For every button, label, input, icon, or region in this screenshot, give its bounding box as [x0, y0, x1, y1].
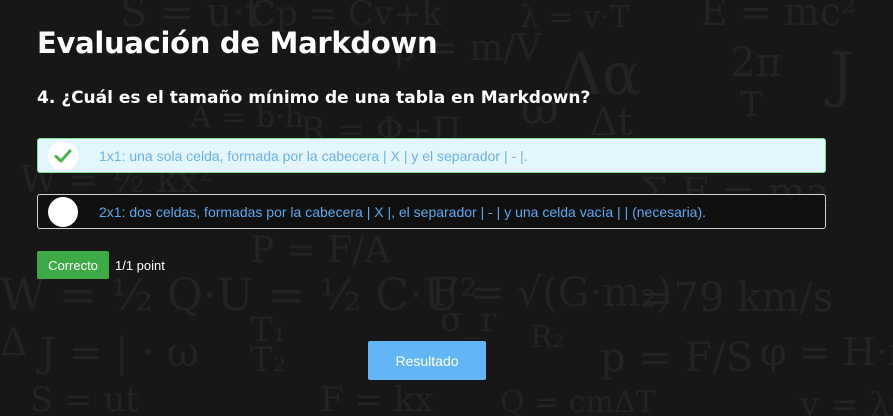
answer-option-label: 2x1: dos celdas, formadas por la cabecer… [99, 203, 707, 220]
status-badge: Correcto [37, 251, 109, 279]
answer-option-1[interactable]: 1x1: una sola celda, formada por la cabe… [37, 138, 826, 173]
page-title: Evaluación de Markdown [37, 26, 438, 60]
answer-option-2[interactable]: 2x1: dos celdas, formadas por la cabecer… [37, 194, 826, 229]
empty-radio-icon [48, 197, 78, 227]
check-icon [48, 141, 78, 171]
question-text: 4. ¿Cuál es el tamaño mínimo de una tabl… [37, 88, 591, 108]
result-button[interactable]: Resultado [368, 341, 486, 380]
score-text: 1/1 point [115, 258, 165, 273]
answer-option-label: 1x1: una sola celda, formada por la cabe… [99, 147, 528, 164]
